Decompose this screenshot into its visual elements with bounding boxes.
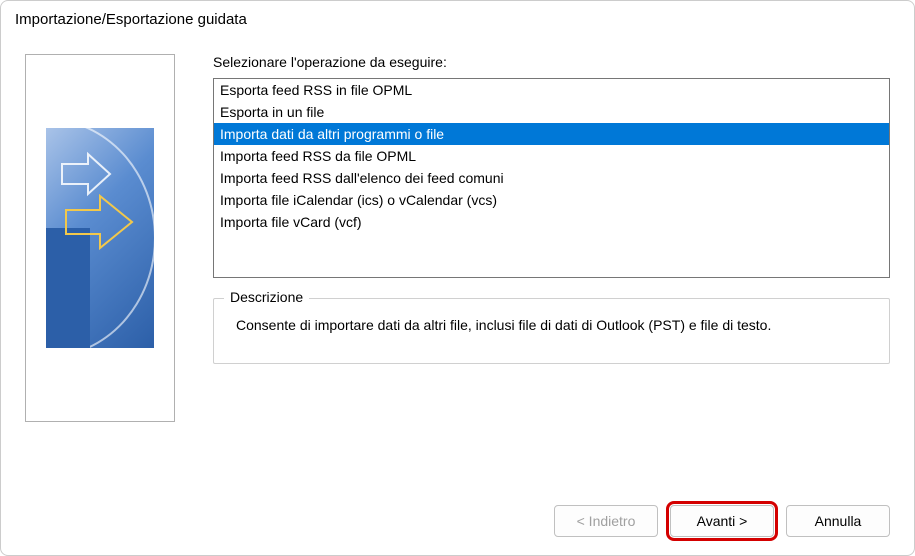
wizard-dialog: Importazione/Esportazione guidata Selezi… — [0, 0, 915, 556]
action-option[interactable]: Importa feed RSS da file OPML — [214, 145, 889, 167]
wizard-image-frame — [25, 54, 175, 422]
action-listbox[interactable]: Esporta feed RSS in file OPMLEsporta in … — [213, 78, 890, 278]
back-button[interactable]: < Indietro — [554, 505, 658, 537]
action-option[interactable]: Importa dati da altri programmi o file — [214, 123, 889, 145]
action-option[interactable]: Esporta feed RSS in file OPML — [214, 79, 889, 101]
wizard-arrows-graphic — [46, 128, 154, 348]
description-group: Descrizione Consente di importare dati d… — [213, 298, 890, 364]
action-option[interactable]: Importa feed RSS dall'elenco dei feed co… — [214, 167, 889, 189]
action-option[interactable]: Importa file vCard (vcf) — [214, 211, 889, 233]
description-text: Consente di importare dati da altri file… — [228, 317, 875, 333]
next-button[interactable]: Avanti > — [670, 505, 774, 537]
button-row: < Indietro Avanti > Annulla — [1, 491, 914, 555]
description-legend: Descrizione — [224, 289, 309, 305]
window-title: Importazione/Esportazione guidata — [1, 1, 914, 34]
action-option[interactable]: Importa file iCalendar (ics) o vCalendar… — [214, 189, 889, 211]
wizard-banner-pane — [25, 54, 185, 481]
action-option[interactable]: Esporta in un file — [214, 101, 889, 123]
cancel-button[interactable]: Annulla — [786, 505, 890, 537]
main-pane: Selezionare l'operazione da eseguire: Es… — [213, 54, 890, 481]
instruction-label: Selezionare l'operazione da eseguire: — [213, 54, 890, 70]
content-area: Selezionare l'operazione da eseguire: Es… — [1, 34, 914, 491]
